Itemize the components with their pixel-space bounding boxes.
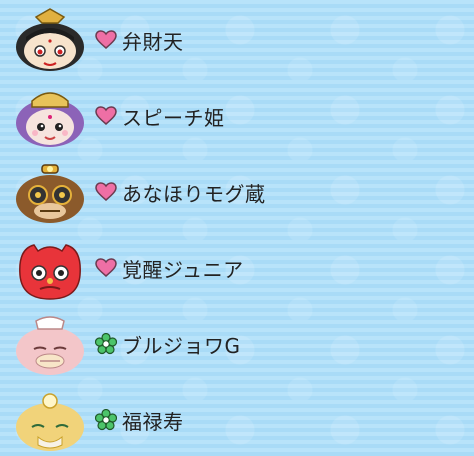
heart-icon (94, 28, 118, 52)
bourgeois-g-avatar (12, 311, 88, 377)
character-name: 福禄寿 (122, 409, 184, 434)
heart-icon (94, 256, 118, 280)
character-row[interactable]: ブルジョワG (12, 308, 452, 380)
character-row[interactable]: あなほりモグ蔵 (12, 156, 452, 228)
benzaiten-avatar (12, 7, 88, 73)
character-name: 弁財天 (122, 29, 184, 54)
character-list: 弁財天 スピーチ姫 あなほりモグ蔵 覚醒ジュニア ブルジョワG 福禄寿 (0, 0, 474, 456)
character-name: スピーチ姫 (122, 105, 225, 130)
character-row[interactable]: 福禄寿 (12, 384, 452, 456)
character-name: ブルジョワG (122, 333, 241, 358)
speech-princess-avatar (12, 83, 88, 149)
mole-avatar (12, 159, 88, 225)
heart-icon (94, 180, 118, 204)
character-name: 覚醒ジュニア (122, 257, 244, 282)
flower-icon (94, 332, 118, 356)
character-name: あなほりモグ蔵 (122, 181, 266, 206)
heart-icon (94, 104, 118, 128)
character-row[interactable]: 覚醒ジュニア (12, 232, 452, 304)
flower-icon (94, 408, 118, 432)
character-row[interactable]: 弁財天 (12, 4, 452, 76)
fukurokuju-avatar (12, 387, 88, 453)
awakened-junior-avatar (12, 235, 88, 301)
character-row[interactable]: スピーチ姫 (12, 80, 452, 152)
